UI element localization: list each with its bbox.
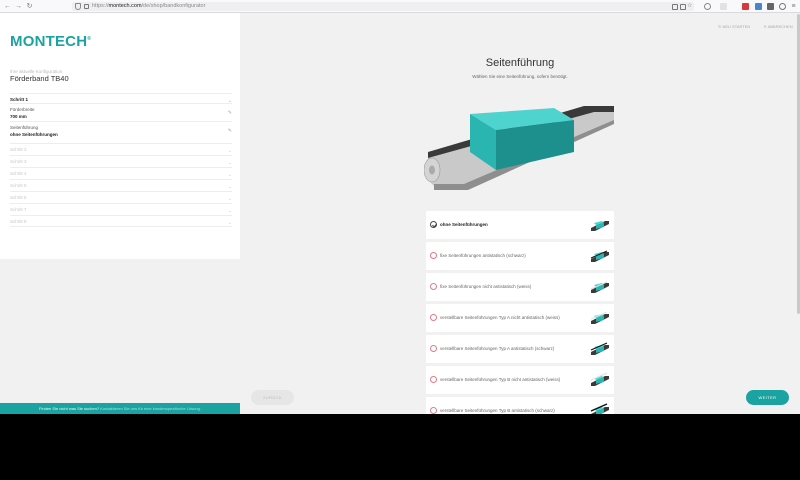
roller-axle [429,165,435,175]
sidebar-step-7[interactable]: Schritt 7 ⌄ [10,203,232,215]
sidebar-step-3[interactable]: Schritt 3 ⌄ [10,155,232,167]
top-actions: ↻ NEU STARTEN ✕ ABBRECHEN [718,24,800,29]
configuration-sidebar: MONTECH® Ihre aktuelle Konfiguration För… [0,13,240,259]
sidebar-step-1[interactable]: Schritt 1 ⌄ [10,93,232,104]
account-icon[interactable] [779,3,786,10]
reload-icon[interactable]: ↻ [25,2,34,11]
option-typ-a-antistatisch-schwarz[interactable]: verstellbare Seitenführungen Typ A antis… [426,335,614,363]
conveyor-thumbnail-icon [591,221,609,231]
chevron-down-icon: ⌄ [227,148,232,154]
sidebar-step-2[interactable]: Schritt 2 ⌄ [10,143,232,155]
chevron-down-icon: ⌄ [227,220,232,226]
extension-blue-icon[interactable] [755,3,762,10]
conveyor-thumbnail-icon [590,372,609,386]
radio-unchecked-icon [430,376,437,383]
extension-dark-icon[interactable] [767,3,774,10]
screen: ← → ↻ https://montech.com/de/shop/bandko… [0,0,800,414]
chevron-down-icon: ⌄ [227,196,232,202]
option-fix-antistatisch-schwarz[interactable]: fixe Seitenführungen antistatisch (schwa… [426,242,614,270]
footer-text: Finden Sie nicht was Sie suchen? [39,406,100,411]
radio-unchecked-icon [430,314,437,321]
chevron-down-icon: ⌄ [227,184,232,190]
reader-icon[interactable] [680,4,686,10]
restart-link[interactable]: ↻ NEU STARTEN [718,24,756,29]
option-ohne-seitenfuehrungen[interactable]: ohne Seitenführungen [426,211,614,239]
chevron-down-icon: ⌄ [227,172,232,178]
forward-arrow-icon[interactable]: → [14,2,23,11]
contact-link[interactable]: Kontaktieren Sie uns für eine kundenspez… [100,406,201,411]
sidebar-step-6[interactable]: Schritt 6 ⌄ [10,191,232,203]
sidebar-step-4[interactable]: Schritt 4 ⌄ [10,167,232,179]
radio-unchecked-icon [430,252,437,259]
back-arrow-icon[interactable]: ← [3,2,12,11]
radio-unchecked-icon [430,407,437,414]
conveyor-thumbnail-icon [590,281,609,293]
conveyor-thumbnail-icon [590,311,609,324]
translate-icon[interactable] [672,4,678,10]
chevron-down-icon: ⌄ [227,160,232,166]
cancel-link[interactable]: ✕ ABBRECHEN [763,24,798,29]
option-typ-a-nicht-antistatisch-weiss[interactable]: verstellbare Seitenführungen Typ A nicht… [426,304,614,332]
product-title: Förderband TB40 [10,74,69,83]
url-text: https://montech.com/de/shop/bandkonfigur… [92,3,206,9]
contact-footer: Finden Sie nicht was Sie suchen? Kontakt… [0,403,240,414]
pencil-icon[interactable]: ✎ [228,110,232,116]
conveyor-thumbnail-icon [590,403,609,414]
option-typ-b-antistatisch-schwarz[interactable]: verstellbare Seitenführungen Typ B antis… [426,397,614,414]
sidebar-step-seitenfuehrung[interactable]: Seitenführung ohne Seitenführungen ✎ [10,121,232,141]
sidebar-step-5[interactable]: Schritt 5 ⌄ [10,179,232,191]
pencil-icon[interactable]: ✎ [228,128,232,134]
conveyor-illustration [424,106,614,190]
page-title: Seitenführung [485,57,555,69]
chevron-down-icon: ⌄ [227,208,232,214]
shield-icon [75,3,81,10]
address-bar[interactable]: https://montech.com/de/shop/bandkonfigur… [72,2,694,11]
pocket-icon[interactable] [704,3,711,10]
conveyor-thumbnail-icon [590,250,609,262]
sidebar-step-8[interactable]: Schritt 8 ⌄ [10,215,232,227]
radio-checked-icon [430,221,437,228]
back-button[interactable]: ZURÜCK [251,390,294,405]
conveyor-thumbnail-icon [590,342,609,355]
option-fix-nicht-antistatisch-weiss[interactable]: fixe Seitenführungen nicht antistatisch … [426,273,614,301]
sidebar-step-foerderbreite[interactable]: Förderbreite 700 mm ✎ [10,103,232,121]
browser-toolbar: ← → ↻ https://montech.com/de/shop/bandko… [0,0,800,13]
extension-icon[interactable] [720,3,727,10]
radio-unchecked-icon [430,283,437,290]
next-button[interactable]: WEITER [746,390,789,405]
option-typ-b-nicht-antistatisch-weiss[interactable]: verstellbare Seitenführungen Typ B nicht… [426,366,614,394]
bookmark-star-icon[interactable]: ☆ [687,3,693,9]
lock-icon [84,4,89,9]
extension-red-icon[interactable] [742,3,749,10]
montech-logo[interactable]: MONTECH® [10,33,91,50]
page-subtitle: Wählen Sie eine Seitenführung, sofern be… [472,74,568,79]
radio-unchecked-icon [430,345,437,352]
menu-icon[interactable]: ≡ [789,2,798,11]
